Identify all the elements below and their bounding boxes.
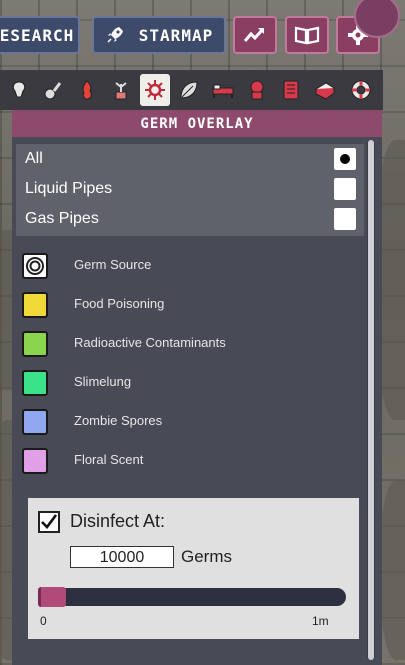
suit-icon (246, 79, 268, 101)
option-liquid-pipes-radio[interactable] (334, 178, 356, 200)
option-all-radio[interactable] (334, 148, 356, 170)
legend-swatch (22, 370, 48, 396)
legend-label: Radioactive Contaminants (74, 335, 226, 350)
option-all[interactable]: All (25, 147, 43, 171)
leaf-icon (178, 79, 200, 101)
germ-icon (144, 79, 166, 101)
trend-icon (243, 25, 267, 45)
pipe-filter-options: All Liquid Pipes Gas Pipes (16, 144, 364, 236)
radiation-overlay-button[interactable] (276, 74, 306, 106)
legend-label: Zombie Spores (74, 413, 163, 428)
power-overlay-button[interactable] (38, 74, 68, 106)
option-label: Gas Pipes (25, 210, 99, 227)
option-label: All (25, 150, 43, 167)
option-gas-pipes[interactable]: Gas Pipes (25, 207, 99, 231)
target-icon (22, 253, 48, 279)
legend-swatch (22, 448, 48, 474)
legend-swatch (22, 409, 48, 435)
germ-threshold-slider[interactable] (38, 588, 346, 606)
slider-handle[interactable] (38, 587, 66, 607)
starmap-label: STARMAP (138, 25, 214, 45)
lifebuoy-overlay-button[interactable] (346, 74, 376, 106)
disinfect-label: Disinfect At: (70, 511, 166, 531)
disinfect-settings: Disinfect At: 10000 Germs 0 1m (28, 498, 359, 639)
option-label: Liquid Pipes (25, 180, 113, 197)
radio-dot (340, 154, 350, 164)
germ-overlay-button[interactable] (140, 74, 170, 106)
power-icon (42, 79, 64, 101)
book-icon (294, 25, 320, 45)
radiation-icon (281, 79, 301, 101)
disinfect-checkbox[interactable] (38, 511, 60, 533)
decor-overlay-button[interactable] (174, 74, 204, 106)
research-button[interactable]: ESEARCH (0, 16, 80, 54)
temperature-icon (76, 79, 98, 101)
legend-label: Slimelung (74, 374, 132, 389)
legend-label: Food Poisoning (74, 296, 165, 311)
bed-icon (211, 80, 235, 100)
checkmark-icon (41, 514, 58, 529)
reports-button[interactable] (233, 16, 277, 54)
lifebuoy-icon (350, 79, 372, 101)
germ-unit-label: Germs (181, 547, 232, 566)
rooms-bed-overlay-button[interactable] (208, 74, 238, 106)
legend-label: Floral Scent (74, 452, 144, 467)
codex-button[interactable] (285, 16, 329, 54)
legend-label: Germ Source (74, 257, 152, 272)
panel-scrollbar[interactable] (367, 140, 375, 660)
panel-title: GERM OVERLAY (12, 110, 382, 137)
slider-min-label: 0 (40, 614, 47, 628)
starmap-button[interactable]: STARMAP (92, 16, 226, 54)
shipping-overlay-button[interactable] (310, 74, 340, 106)
oxygen-overlay-button[interactable] (4, 74, 34, 106)
rooms-icon (313, 79, 337, 101)
option-gas-pipes-radio[interactable] (334, 208, 356, 230)
legend-swatch (22, 331, 48, 357)
germ-threshold-input[interactable]: 10000 (70, 546, 174, 568)
scrollbar-thumb[interactable] (368, 140, 374, 660)
legend-swatch (22, 292, 48, 318)
suit-overlay-button[interactable] (242, 74, 272, 106)
rocket-icon (105, 25, 125, 45)
temperature-overlay-button[interactable] (72, 74, 102, 106)
slider-max-label: 1m (312, 614, 329, 628)
research-label: ESEARCH (0, 25, 75, 45)
option-liquid-pipes[interactable]: Liquid Pipes (25, 177, 112, 201)
farming-icon (110, 79, 132, 101)
farming-overlay-button[interactable] (106, 74, 136, 106)
oxygen-icon (8, 79, 30, 101)
